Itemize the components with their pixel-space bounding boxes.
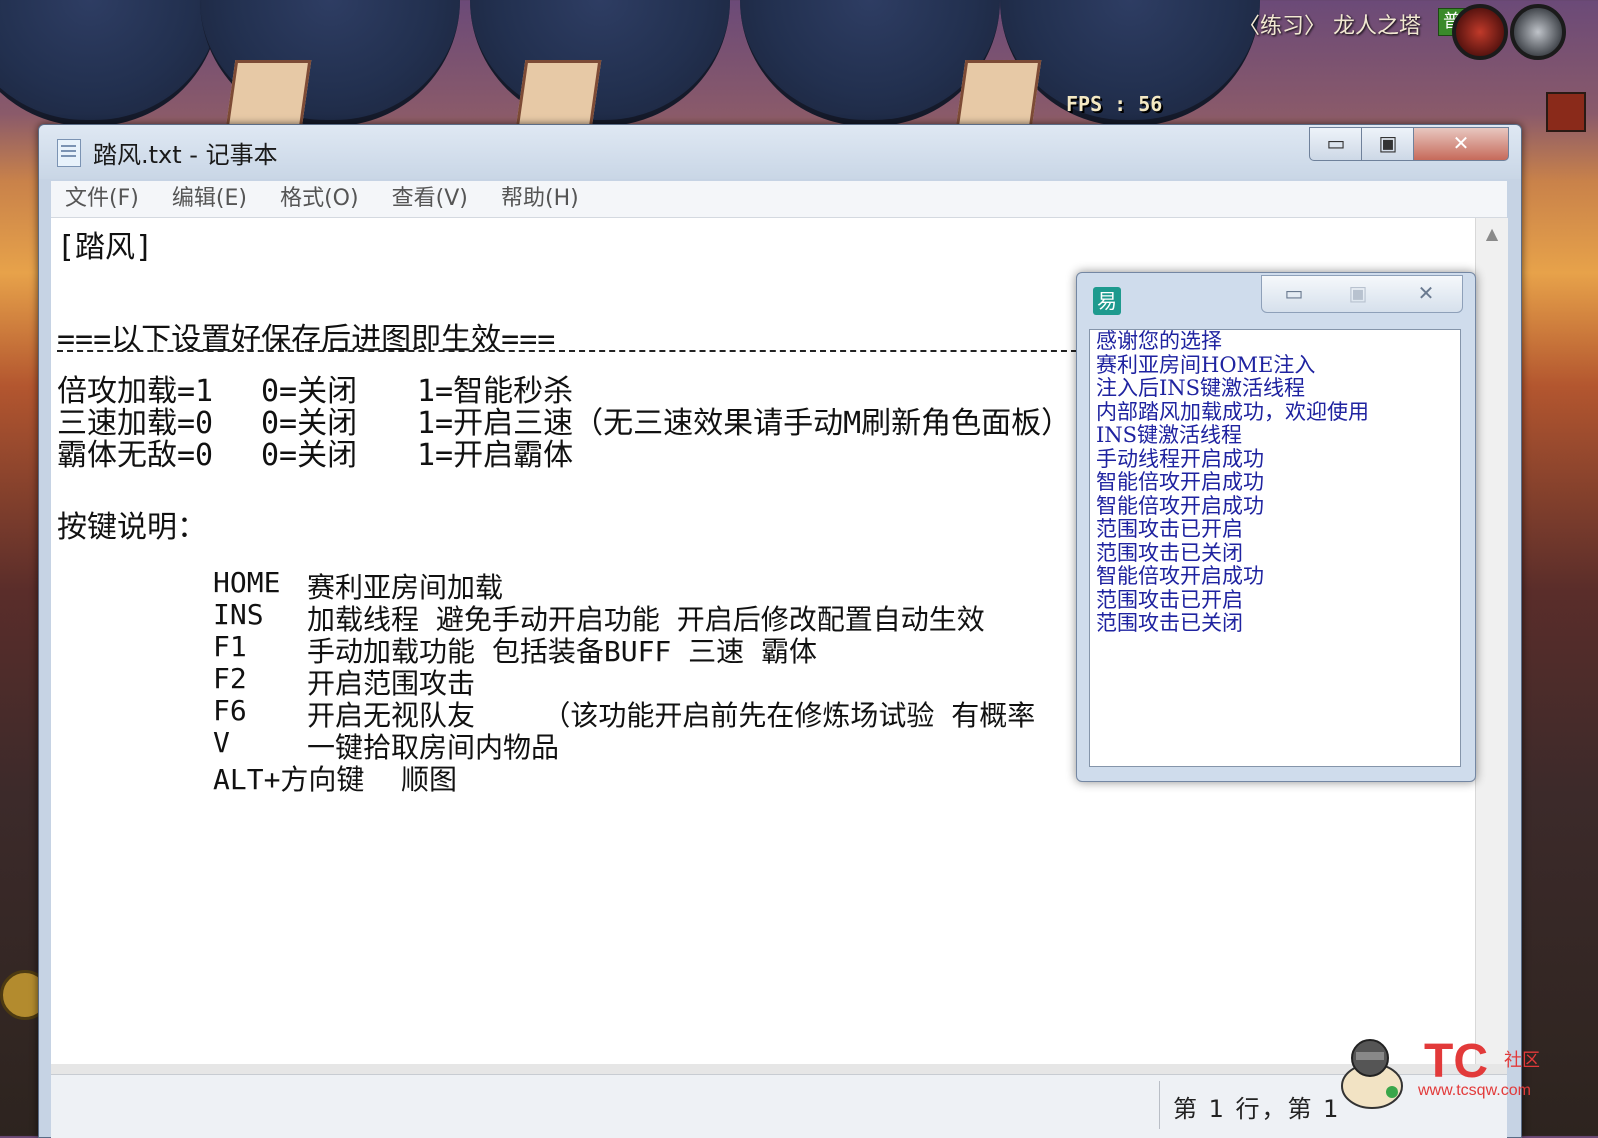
divider-line (57, 350, 1077, 352)
list-item: 范围攻击已关闭 (1096, 611, 1243, 635)
list-item: 感谢您的选择 (1096, 329, 1222, 353)
helper-window: 易 ▭ ▣ ✕ 感谢您的选择 赛利亚房间HOME注入 注入后INS键激活线程 内… (1076, 272, 1476, 782)
status-separator (1159, 1081, 1160, 1129)
section-header: [踏风] (57, 230, 154, 265)
list-item: 注入后INS键激活线程 (1096, 376, 1306, 400)
list-item: 智能倍攻开启成功 (1096, 493, 1264, 518)
curtain-decoration (0, 0, 220, 126)
status-bar: 第 1 行，第 1 (51, 1074, 1507, 1138)
menu-help[interactable]: 帮助(H) (501, 181, 579, 217)
menu-view[interactable]: 查看(V) (392, 181, 468, 217)
list-item: 范围攻击已开启 (1096, 587, 1243, 612)
list-item: INS键激活线程 (1096, 423, 1243, 447)
watermark-sub: 社区 (1504, 1050, 1540, 1071)
helper-minimize-button[interactable]: ▭ (1262, 276, 1326, 312)
cursor-position: 第 1 行，第 1 (1173, 1095, 1341, 1123)
list-item: 范围攻击已开启 (1096, 517, 1243, 541)
list-item: 手动线程开启成功 (1096, 446, 1264, 471)
list-item: 智能倍攻开启成功 (1096, 564, 1264, 588)
scroll-up-arrow-icon[interactable]: ▲ (1476, 224, 1508, 243)
fps-counter: FPS : 56 (1066, 92, 1163, 116)
vertical-scrollbar[interactable]: ▲ (1475, 218, 1508, 1064)
log-list[interactable]: 感谢您的选择 赛利亚房间HOME注入 注入后INS键激活线程 内部踏风加载成功，… (1089, 329, 1461, 767)
notepad-icon (57, 139, 81, 167)
menu-orb-icon[interactable] (1510, 4, 1566, 60)
helper-close-button[interactable]: ✕ (1390, 276, 1462, 312)
app-logo-icon: 易 (1093, 287, 1121, 315)
helper-maximize-button: ▣ (1348, 281, 1368, 305)
helper-window-buttons: ▭ ▣ ✕ (1261, 275, 1463, 313)
menu-bar: 文件(F) 编辑(E) 格式(O) 查看(V) 帮助(H) (51, 181, 1507, 218)
watermark-url: www.tcsqw.com (1418, 1082, 1531, 1099)
list-item: 内部踏风加载成功，欢迎使用 (1096, 399, 1369, 424)
watermark-mascot-icon (1341, 1039, 1403, 1109)
menu-file[interactable]: 文件(F) (65, 181, 139, 217)
skill-orb-icon[interactable] (1452, 4, 1508, 60)
location-title: 〈练习〉 龙人之塔 (1238, 14, 1421, 39)
watermark-brand: TC (1424, 1035, 1488, 1088)
list-item: 范围攻击已关闭 (1096, 540, 1243, 565)
notepad-title: 踏风.txt - 记事本 (93, 141, 278, 169)
maximize-button[interactable]: ▣ (1361, 127, 1415, 161)
notepad-titlebar[interactable]: 踏风.txt - 记事本 ▭ ▣ ✕ (39, 125, 1521, 179)
list-item: 智能倍攻开启成功 (1096, 470, 1264, 494)
keys-heading: 按键说明： (57, 510, 207, 545)
menu-format[interactable]: 格式(O) (280, 181, 358, 217)
buff-icon[interactable] (1546, 92, 1586, 132)
close-button[interactable]: ✕ (1413, 127, 1509, 161)
list-item: 赛利亚房间HOME注入 (1096, 352, 1316, 377)
menu-edit[interactable]: 编辑(E) (172, 181, 247, 217)
minimize-button[interactable]: ▭ (1309, 127, 1363, 161)
horizontal-scrollbar[interactable] (51, 1064, 1507, 1074)
